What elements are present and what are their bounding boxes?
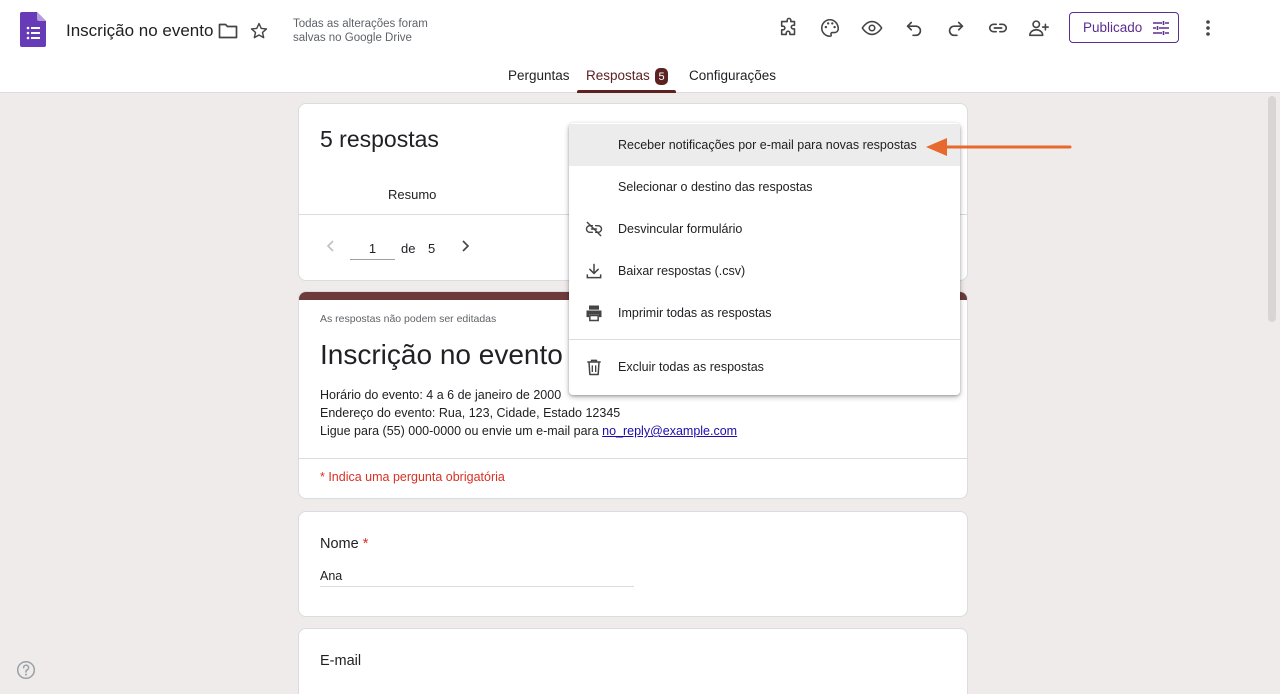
help-icon[interactable]	[16, 660, 36, 685]
email-link[interactable]: no_reply@example.com	[602, 424, 737, 438]
form-title: Inscrição no evento	[320, 339, 563, 370]
readonly-note: As respostas não podem ser editadas	[320, 313, 497, 325]
answer-field: Ana	[320, 569, 634, 587]
required-asterisk: *	[362, 536, 369, 552]
tab-responses[interactable]: Respostas	[586, 68, 650, 83]
preview-icon[interactable]	[860, 16, 884, 40]
question-card-name: Nome * Ana	[298, 511, 968, 617]
desc-line-2: Endereço do evento: Rua, 123, Cidade, Es…	[320, 406, 621, 420]
trash-icon	[584, 357, 604, 377]
desc-line-3-text: Ligue para (55) 000-0000 ou envie um e-m…	[320, 424, 603, 438]
menu-divider	[569, 339, 960, 340]
menu-item-delete-all[interactable]: Excluir todas as respostas	[569, 346, 960, 388]
menu-item-label: Imprimir todas as respostas	[618, 306, 772, 320]
responses-count-title: 5 respostas	[320, 126, 439, 152]
publish-button[interactable]: Publicado	[1069, 12, 1179, 43]
print-icon	[584, 303, 604, 323]
question-label-text: Nome	[320, 536, 359, 552]
response-page-input[interactable]: 1	[350, 238, 395, 260]
menu-item-label: Desvincular formulário	[618, 222, 743, 236]
form-tabs: Perguntas Respostas Configurações	[0, 62, 1280, 93]
menu-item-label: Selecionar o destino das respostas	[618, 180, 813, 194]
folder-icon[interactable]	[217, 20, 239, 42]
link-icon[interactable]	[986, 16, 1010, 40]
responses-count-badge: 5	[655, 68, 668, 85]
menu-item-label: Baixar respostas (.csv)	[618, 264, 746, 278]
desc-line-3: Ligue para (55) 000-0000 ou envie um e-m…	[320, 422, 737, 440]
menu-item-download-csv[interactable]: Baixar respostas (.csv)	[569, 250, 960, 292]
forms-app-icon[interactable]	[20, 12, 46, 47]
menu-item-label: Receber notificações por e-mail para nov…	[618, 138, 917, 152]
tab-summary[interactable]: Resumo	[388, 187, 436, 202]
active-tab-indicator	[577, 90, 676, 93]
settings-sliders-icon	[1153, 20, 1170, 35]
more-vert-icon[interactable]	[1196, 16, 1220, 40]
menu-item-label: Excluir todas as respostas	[618, 360, 764, 374]
download-icon	[584, 261, 604, 281]
star-icon[interactable]	[248, 20, 270, 42]
chevron-left-icon[interactable]	[323, 238, 339, 259]
annotation-arrow-icon	[926, 138, 1072, 156]
question-label: E-mail	[320, 653, 362, 669]
add-collaborator-icon[interactable]	[1027, 16, 1051, 40]
required-note: * Indica uma pergunta obrigatória	[320, 470, 505, 484]
undo-icon[interactable]	[902, 16, 926, 40]
publish-label: Publicado	[1083, 20, 1143, 35]
chevron-right-icon[interactable]	[457, 238, 473, 259]
redo-icon[interactable]	[944, 16, 968, 40]
menu-item-unlink-form[interactable]: Desvincular formulário	[569, 208, 960, 250]
app-header: Inscrição no evento Todas as alterações …	[0, 0, 1280, 93]
palette-icon[interactable]	[818, 16, 842, 40]
tab-questions[interactable]: Perguntas	[508, 68, 570, 83]
pager-total: 5	[428, 241, 436, 256]
page-scrollbar[interactable]	[1268, 96, 1276, 322]
menu-item-print-all[interactable]: Imprimir todas as respostas	[569, 292, 960, 334]
tab-settings[interactable]: Configurações	[689, 68, 776, 83]
addon-icon[interactable]	[777, 16, 801, 40]
save-status: Todas as alterações foram salvas no Goog…	[293, 18, 428, 44]
responses-options-menu: Receber notificações por e-mail para nov…	[569, 123, 960, 395]
link-off-icon	[584, 219, 604, 239]
question-label: Nome *	[320, 536, 368, 552]
menu-item-select-destination[interactable]: Selecionar o destino das respostas	[569, 166, 960, 208]
document-title[interactable]: Inscrição no evento	[66, 21, 213, 41]
question-card-email: E-mail	[298, 628, 968, 694]
menu-item-email-notifications[interactable]: Receber notificações por e-mail para nov…	[569, 124, 960, 166]
divider	[299, 458, 967, 459]
pager-of-label: de	[401, 241, 416, 256]
